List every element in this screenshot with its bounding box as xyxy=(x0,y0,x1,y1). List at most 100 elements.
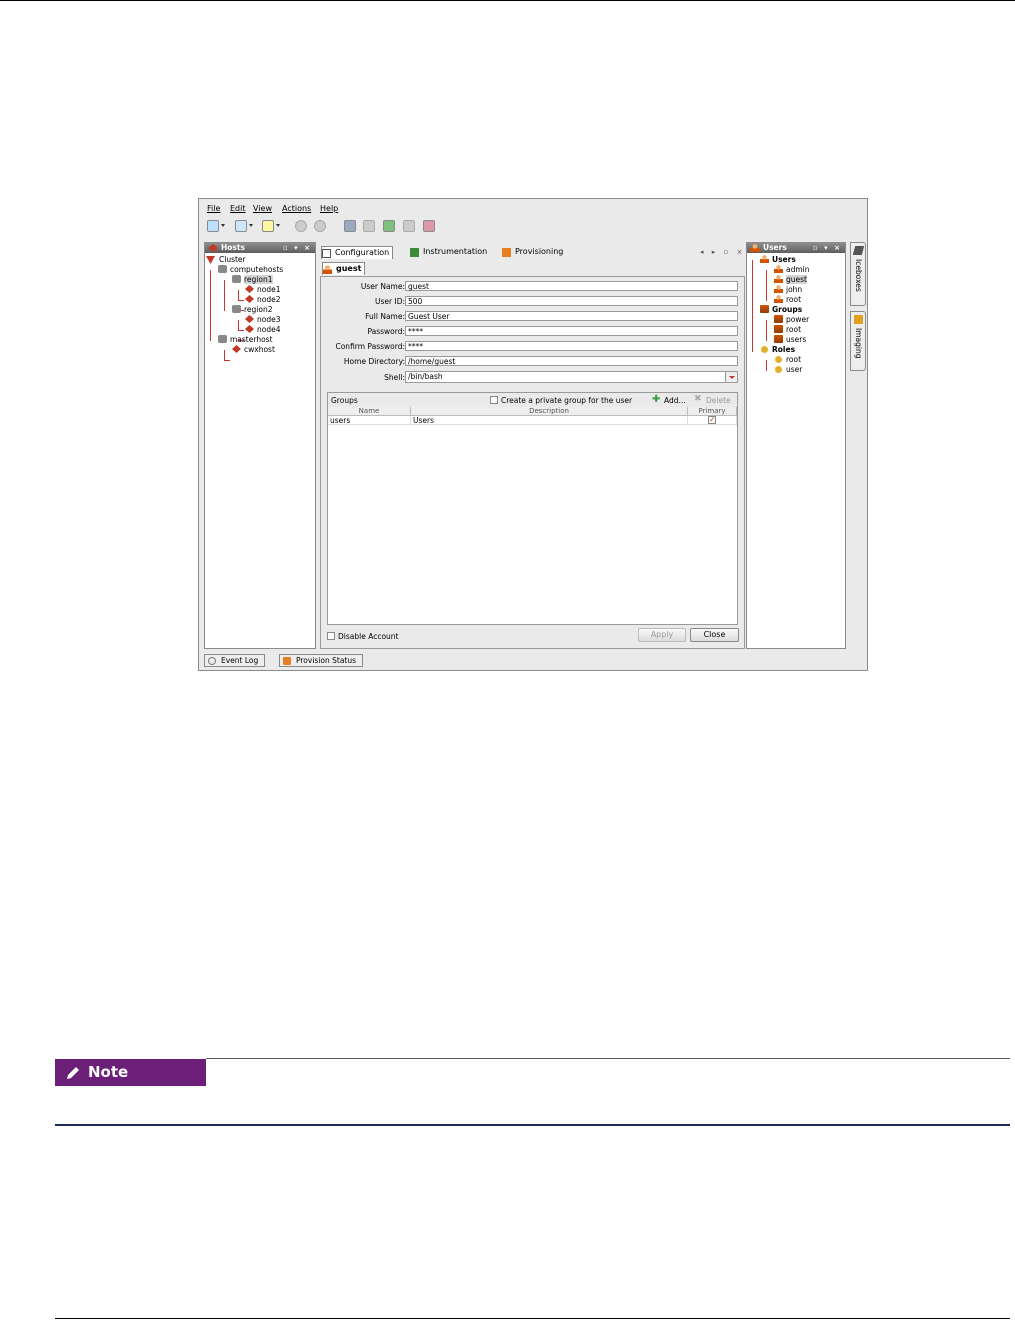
column-header-name[interactable]: Name xyxy=(328,407,411,416)
tree-item-region2[interactable]: region2 xyxy=(244,305,273,314)
home-directory-field[interactable]: /home/guest xyxy=(405,356,738,366)
tree-item-masterhost[interactable]: masterhost xyxy=(230,335,273,344)
user-id-field[interactable]: 500 xyxy=(405,296,738,306)
tab-event-log[interactable]: Event Log xyxy=(204,654,266,667)
note-bottom-rule xyxy=(55,1124,1010,1126)
host-group-icon xyxy=(218,335,227,343)
close-button[interactable]: Close xyxy=(690,628,739,642)
tree-item-node1[interactable]: node1 xyxy=(257,285,281,294)
full-name-field[interactable]: Guest User xyxy=(405,311,738,321)
tree-item-users-group[interactable]: users xyxy=(786,335,806,344)
apply-button[interactable]: Apply xyxy=(638,628,686,642)
panel-controls[interactable]: ▫ ▾ × xyxy=(283,243,312,253)
provision-icon[interactable] xyxy=(423,220,435,232)
hosts-panel-title: Hosts xyxy=(221,243,245,252)
host-group-icon xyxy=(232,275,241,283)
side-tab-imaging[interactable]: Imaging xyxy=(850,311,866,371)
tab-instrumentation[interactable]: Instrumentation xyxy=(410,246,487,258)
imaging-icon xyxy=(854,315,863,324)
delete-icon: ✖ xyxy=(694,394,702,404)
menu-bar: File Edit View Actions Help xyxy=(199,199,867,215)
app-window: File Edit View Actions Help Hosts ▫ ▾ × xyxy=(198,198,868,671)
column-header-description[interactable]: Description xyxy=(411,407,688,416)
footer-rule xyxy=(55,1318,1010,1319)
power-off-icon[interactable] xyxy=(314,220,326,232)
tree-item-root-role[interactable]: root xyxy=(786,355,801,364)
delete-button[interactable]: Delete xyxy=(706,396,731,405)
tree-item-users[interactable]: Users xyxy=(772,255,796,264)
table-cell-description[interactable]: Users xyxy=(411,416,688,425)
tab-provision-status[interactable]: Provision Status xyxy=(279,654,364,667)
role-icon xyxy=(775,366,782,373)
tree-item-roles[interactable]: Roles xyxy=(772,345,795,354)
tab-nav-controls[interactable]: ◂ ▸ ▫ × xyxy=(700,248,745,256)
clock-icon xyxy=(208,657,216,665)
confirm-password-field[interactable]: **** xyxy=(405,341,738,351)
primary-checkbox[interactable]: ✓ xyxy=(708,416,716,424)
menu-actions[interactable]: Actions xyxy=(282,204,311,213)
user-name-field[interactable]: guest xyxy=(405,281,738,291)
tree-item-node4[interactable]: node4 xyxy=(257,325,281,334)
chevron-down-icon[interactable] xyxy=(725,372,737,382)
menu-edit[interactable]: Edit xyxy=(230,204,246,213)
tree-item-computehosts[interactable]: computehosts xyxy=(230,265,283,274)
user-name-label: User Name: xyxy=(360,282,405,291)
dropdown-arrow-icon[interactable] xyxy=(249,224,253,227)
tree-item-admin[interactable]: admin xyxy=(786,265,810,274)
side-tab-iceboxes[interactable]: Iceboxes xyxy=(850,242,866,306)
table-cell-name[interactable]: users xyxy=(328,416,411,425)
subtab-guest[interactable]: guest xyxy=(322,262,366,275)
tree-item-john[interactable]: john xyxy=(786,285,802,294)
database-remove-icon[interactable] xyxy=(403,220,415,232)
chart-icon xyxy=(410,248,419,257)
database-disabled-icon[interactable] xyxy=(363,220,375,232)
group-icon xyxy=(774,335,783,343)
hosts-icon xyxy=(208,244,218,252)
tree-item-guest[interactable]: guest xyxy=(786,275,807,284)
group-icon xyxy=(774,315,783,323)
menu-file[interactable]: File xyxy=(207,204,220,213)
favorites-icon[interactable] xyxy=(262,220,274,232)
tree-item-cwxhost[interactable]: cwxhost xyxy=(244,345,275,354)
menu-view[interactable]: View xyxy=(253,204,272,213)
database-icon[interactable] xyxy=(344,220,356,232)
menu-help[interactable]: Help xyxy=(320,204,338,213)
host-group-icon xyxy=(232,305,241,313)
host-icon xyxy=(232,345,241,353)
tab-configuration[interactable]: Configuration xyxy=(321,246,394,259)
private-group-checkbox[interactable] xyxy=(490,396,498,404)
users-panel-header: Users ▫ ▾ × xyxy=(747,243,845,253)
dropdown-arrow-icon[interactable] xyxy=(221,224,225,227)
tree-item-groups[interactable]: Groups xyxy=(772,305,802,314)
host-group-icon xyxy=(218,265,227,273)
disable-account-checkbox[interactable] xyxy=(327,632,335,640)
shell-label: Shell: xyxy=(384,373,405,382)
shell-select[interactable]: /bin/bash xyxy=(405,371,738,383)
new-window-icon[interactable] xyxy=(207,220,219,232)
database-add-icon[interactable] xyxy=(383,220,395,232)
layout-icon[interactable] xyxy=(235,220,247,232)
power-on-icon[interactable] xyxy=(295,220,307,232)
tree-item-root-group[interactable]: root xyxy=(786,325,801,334)
cluster-icon xyxy=(206,256,215,264)
confirm-password-label: Confirm Password: xyxy=(335,342,405,351)
dropdown-arrow-icon[interactable] xyxy=(276,224,280,227)
password-field[interactable]: **** xyxy=(405,326,738,336)
add-button[interactable]: Add... xyxy=(664,396,686,405)
tree-item-node2[interactable]: node2 xyxy=(257,295,281,304)
tab-provisioning[interactable]: Provisioning xyxy=(502,246,563,258)
tree-item-root-user[interactable]: root xyxy=(786,295,801,304)
groups-header: Groups Create a private group for the us… xyxy=(328,393,737,407)
user-icon xyxy=(750,244,760,252)
checkbox-icon xyxy=(322,249,331,258)
tree-item-node3[interactable]: node3 xyxy=(257,315,281,324)
tree-item-cluster[interactable]: Cluster xyxy=(219,255,246,264)
panel-controls[interactable]: ▫ ▾ × xyxy=(813,243,842,253)
users-panel: Users ▫ ▾ × Users admin guest john root … xyxy=(746,242,846,649)
tree-item-user-role[interactable]: user xyxy=(786,365,802,374)
tree-item-region1[interactable]: region1 xyxy=(244,275,273,284)
top-rule xyxy=(0,0,1015,1)
tree-item-power[interactable]: power xyxy=(786,315,809,324)
role-icon xyxy=(775,356,782,363)
toolbar xyxy=(199,216,867,238)
